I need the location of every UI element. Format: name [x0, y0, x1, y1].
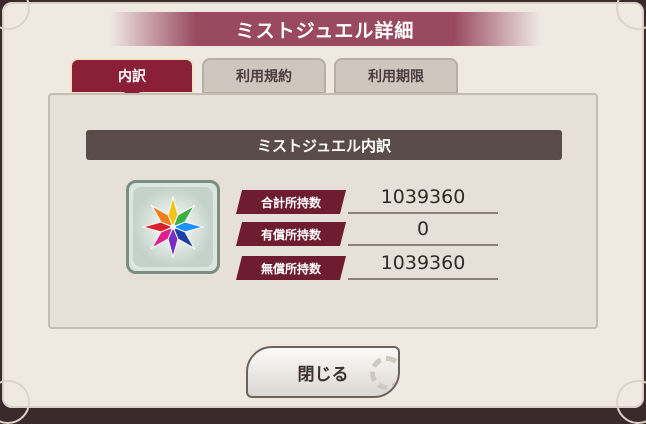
paid-count-row: 有償所持数 0: [236, 218, 498, 246]
free-count-row: 無償所持数 1039360: [236, 252, 498, 280]
tab-terms[interactable]: 利用規約: [202, 58, 326, 94]
item-frame: [126, 180, 220, 274]
row-value: 1039360: [348, 186, 498, 214]
close-button-label: 閉じる: [297, 364, 349, 385]
row-label: 無償所持数: [236, 256, 346, 280]
corner-ornament: [616, 0, 646, 30]
total-count-row: 合計所持数 1039360: [236, 186, 498, 214]
dialog-title-band: ミストジュエル詳細: [110, 12, 540, 46]
row-value: 0: [348, 218, 498, 246]
row-label: 合計所持数: [236, 190, 346, 214]
corner-ornament: [0, 380, 30, 424]
gear-icon: [370, 356, 398, 390]
tab-label: 利用期限: [368, 69, 424, 85]
tab-expiry[interactable]: 利用期限: [334, 58, 458, 94]
section-title: ミストジュエル内訳: [257, 136, 391, 155]
tab-label: 内訳: [118, 69, 146, 85]
row-label: 有償所持数: [236, 222, 346, 246]
mist-jewel-icon: [133, 187, 213, 267]
section-header: ミストジュエル内訳: [86, 130, 562, 160]
corner-ornament: [0, 0, 30, 30]
dialog-title: ミストジュエル詳細: [235, 19, 415, 42]
close-button[interactable]: 閉じる: [246, 346, 400, 398]
tab-label: 利用規約: [236, 69, 292, 85]
corner-ornament: [616, 380, 646, 424]
jewel-star-icon: [141, 195, 205, 259]
tab-breakdown[interactable]: 内訳: [70, 58, 194, 94]
row-value: 1039360: [348, 252, 498, 280]
